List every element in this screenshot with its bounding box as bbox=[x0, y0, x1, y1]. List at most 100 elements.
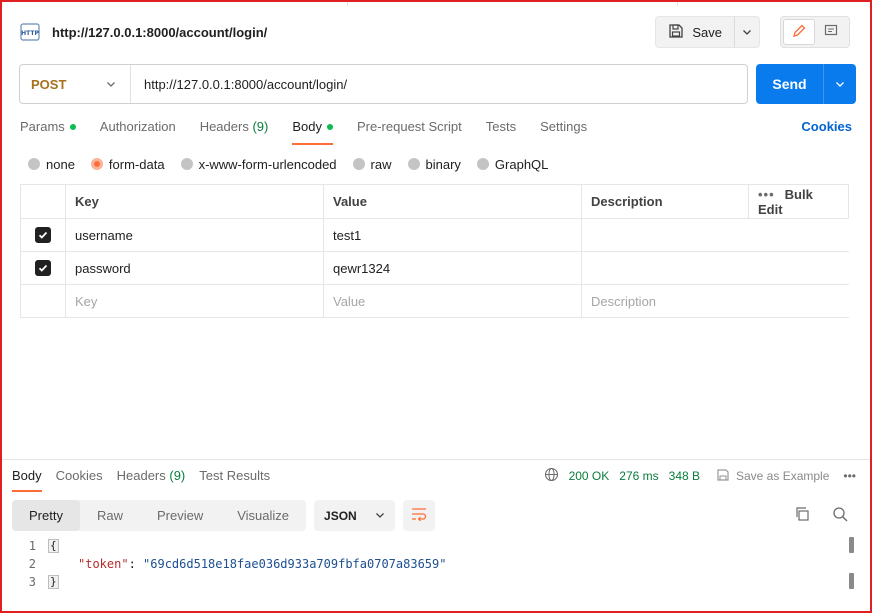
tab-body-label: Body bbox=[292, 119, 322, 134]
code-line: 3 } bbox=[12, 573, 856, 591]
send-button-group: Send bbox=[756, 64, 856, 104]
row-description[interactable] bbox=[581, 218, 849, 252]
search-icon[interactable] bbox=[832, 506, 848, 525]
save-as-example-button[interactable]: Save as Example bbox=[716, 468, 829, 485]
method-select[interactable]: POST bbox=[20, 65, 131, 103]
row-description[interactable] bbox=[581, 251, 849, 285]
format-select[interactable]: JSON bbox=[314, 500, 395, 531]
save-example-icon bbox=[716, 468, 730, 485]
column-header-description: Description bbox=[581, 184, 749, 219]
row-key[interactable]: password bbox=[65, 251, 324, 285]
save-as-example-label: Save as Example bbox=[736, 469, 830, 483]
mode-toggle bbox=[780, 16, 850, 48]
response-size[interactable]: 348 B bbox=[669, 469, 700, 483]
column-header-key: Key bbox=[65, 184, 324, 219]
radio-urlencoded[interactable]: x-www-form-urlencoded bbox=[180, 156, 337, 172]
tab-prerequest-script[interactable]: Pre-request Script bbox=[357, 119, 462, 145]
row-checkbox-cell bbox=[20, 218, 66, 252]
save-button-group: Save bbox=[655, 16, 760, 48]
row-checkbox-cell bbox=[20, 251, 66, 285]
row-checkbox[interactable] bbox=[35, 260, 51, 277]
table-header-row: Key Value Description ••• Bulk Edit bbox=[20, 184, 849, 219]
tab-settings[interactable]: Settings bbox=[540, 119, 587, 145]
row-key[interactable]: username bbox=[65, 218, 324, 252]
response-tabs: Body Cookies Headers (9) Test Results 20… bbox=[12, 467, 856, 492]
radio-graphql[interactable]: GraphQL bbox=[476, 157, 548, 172]
globe-icon[interactable] bbox=[544, 467, 559, 485]
radio-label: binary bbox=[425, 156, 461, 172]
request-title[interactable]: http://127.0.0.1:8000/account/login/ bbox=[52, 25, 267, 40]
tab-params[interactable]: Params bbox=[20, 119, 76, 145]
form-data-table: Key Value Description ••• Bulk Edit usern… bbox=[20, 184, 849, 318]
table-header-check-cell bbox=[20, 184, 66, 219]
response-tab-cookies[interactable]: Cookies bbox=[56, 468, 103, 492]
status-code[interactable]: 200 OK bbox=[569, 469, 610, 483]
row-value[interactable]: qewr1324 bbox=[323, 251, 582, 285]
save-button[interactable]: Save bbox=[656, 17, 735, 47]
comments-mode-button[interactable] bbox=[815, 19, 847, 45]
response-tab-test-results[interactable]: Test Results bbox=[199, 468, 270, 492]
scrollbar-marker[interactable] bbox=[849, 537, 854, 553]
url-input[interactable]: http://127.0.0.1:8000/account/login/ bbox=[131, 77, 347, 92]
response-code[interactable]: 1 { 2 "token": "69cd6d518e18fae036d933a7… bbox=[12, 537, 856, 597]
chevron-down-icon bbox=[835, 77, 845, 92]
open-brace: { bbox=[48, 539, 59, 553]
view-mode-raw[interactable]: Raw bbox=[80, 500, 140, 531]
send-button[interactable]: Send bbox=[756, 64, 823, 104]
radio-form-data[interactable]: form-data bbox=[90, 157, 165, 172]
code-line: 2 "token": "69cd6d518e18fae036d933a709fb… bbox=[12, 555, 856, 573]
copy-icon[interactable] bbox=[794, 506, 810, 525]
tab-headers[interactable]: Headers (9) bbox=[200, 119, 269, 145]
response-headers-count: (9) bbox=[169, 468, 186, 483]
check-icon bbox=[38, 265, 48, 273]
line-number: 3 bbox=[28, 575, 36, 589]
tab-headers-label: Headers bbox=[199, 119, 249, 134]
tab-body[interactable]: Body bbox=[292, 119, 333, 145]
tab-tests[interactable]: Tests bbox=[486, 119, 516, 145]
save-label: Save bbox=[692, 24, 722, 40]
column-header-value: Value bbox=[323, 184, 582, 219]
response-view-bar: Pretty Raw Preview Visualize JSON bbox=[12, 500, 856, 531]
edit-mode-button[interactable] bbox=[783, 19, 815, 45]
view-mode-preview[interactable]: Preview bbox=[140, 500, 220, 531]
save-dropdown-button[interactable] bbox=[735, 17, 759, 47]
table-row: password qewr1324 bbox=[20, 251, 849, 285]
wrap-lines-button[interactable] bbox=[402, 500, 435, 531]
view-mode-visualize[interactable]: Visualize bbox=[220, 500, 306, 531]
chevron-down-icon bbox=[106, 77, 116, 92]
format-label: JSON bbox=[324, 508, 357, 523]
row-checkbox[interactable] bbox=[35, 227, 51, 244]
check-icon bbox=[38, 232, 48, 240]
response-divider[interactable] bbox=[2, 459, 870, 460]
json-colon: : bbox=[128, 557, 144, 571]
response-tab-body[interactable]: Body bbox=[12, 468, 42, 492]
response-meta: 200 OK 276 ms 348 B Save as Example ••• bbox=[544, 467, 856, 485]
radio-indicator bbox=[180, 158, 193, 170]
key-placeholder[interactable]: Key bbox=[65, 284, 324, 318]
line-number: 2 bbox=[28, 557, 36, 571]
radio-raw[interactable]: raw bbox=[352, 157, 392, 172]
send-dropdown-button[interactable] bbox=[823, 64, 856, 104]
response-tab-headers-label: Headers bbox=[116, 468, 166, 483]
response-tab-headers[interactable]: Headers (9) bbox=[117, 468, 186, 492]
radio-label: x-www-form-urlencoded bbox=[198, 156, 337, 172]
row-value[interactable]: test1 bbox=[323, 218, 582, 252]
radio-none[interactable]: none bbox=[28, 157, 75, 172]
scrollbar-marker[interactable] bbox=[849, 573, 854, 589]
radio-binary[interactable]: binary bbox=[407, 156, 461, 172]
chevron-down-icon bbox=[742, 25, 752, 40]
status-dot bbox=[69, 124, 76, 130]
description-placeholder[interactable]: Description bbox=[581, 284, 849, 318]
view-mode-pretty[interactable]: Pretty bbox=[12, 500, 80, 531]
wrap-icon bbox=[411, 507, 427, 524]
radio-indicator bbox=[352, 158, 365, 170]
tab-authorization[interactable]: Authorization bbox=[100, 119, 176, 145]
json-value: "69cd6d518e18fae036d933a709fbfa0707a8365… bbox=[143, 557, 447, 571]
code-line: 1 { bbox=[12, 537, 856, 555]
json-key: "token" bbox=[78, 557, 129, 571]
more-icon[interactable]: ••• bbox=[758, 187, 775, 202]
cookies-link[interactable]: Cookies bbox=[801, 119, 852, 134]
more-icon[interactable]: ••• bbox=[843, 469, 856, 483]
value-placeholder[interactable]: Value bbox=[323, 284, 582, 318]
response-time[interactable]: 276 ms bbox=[619, 469, 658, 483]
